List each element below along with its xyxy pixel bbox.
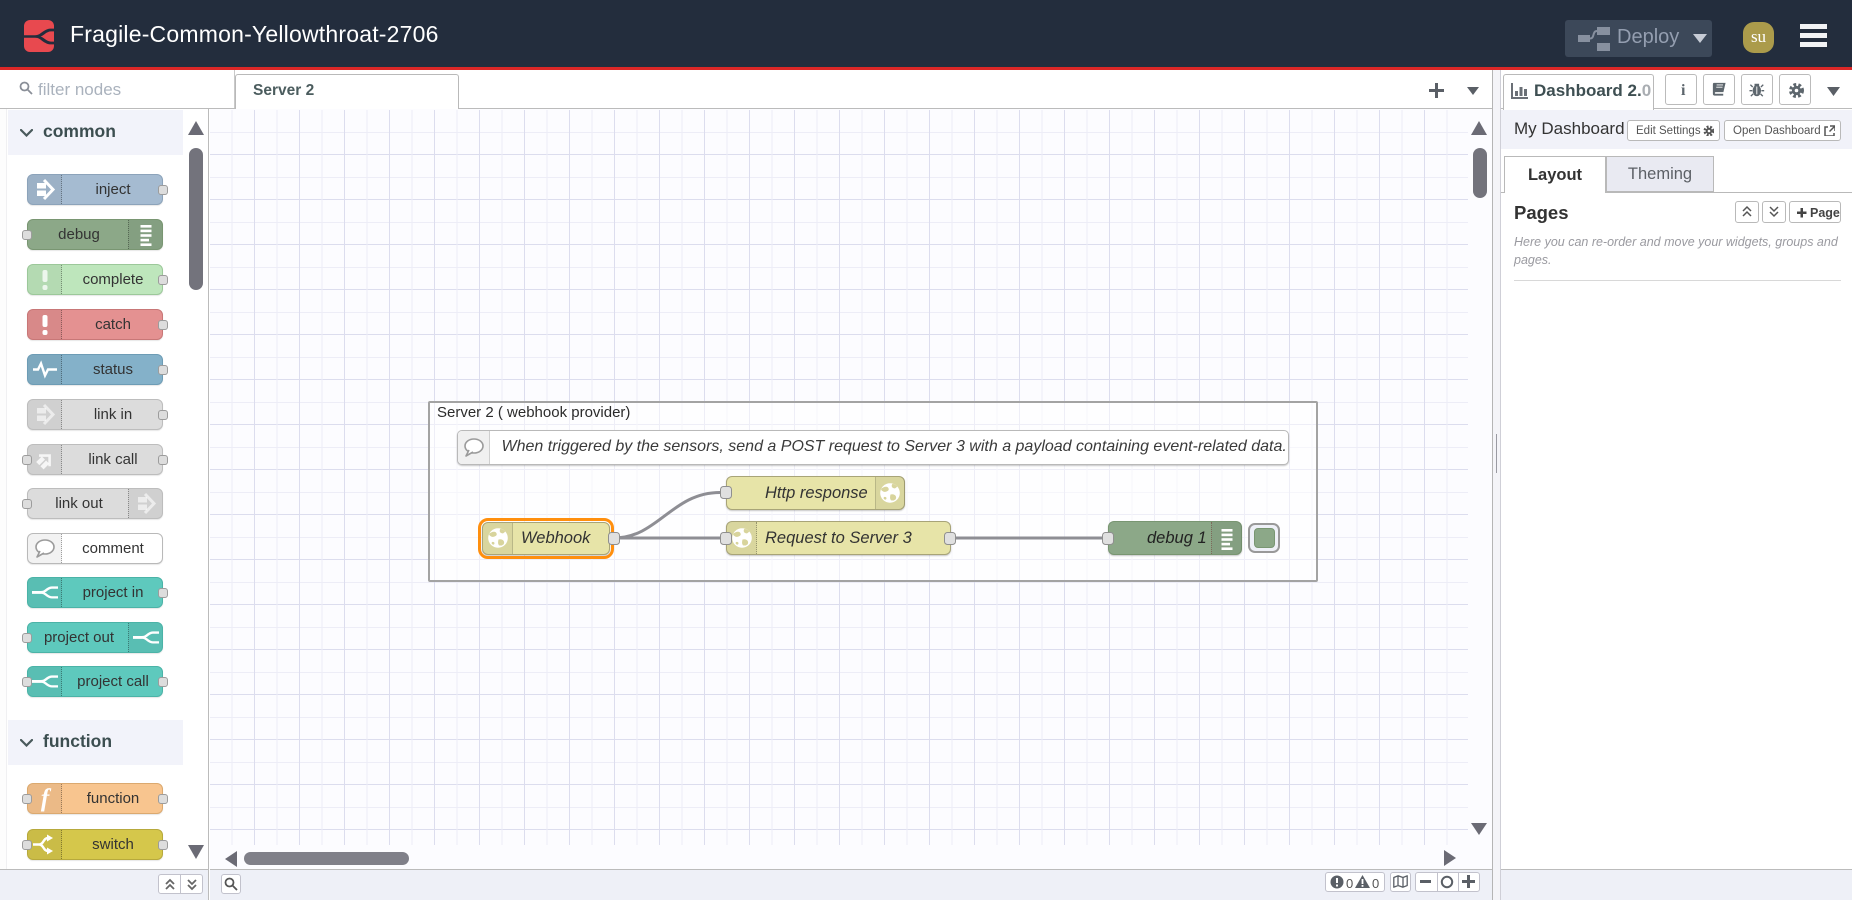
svg-text:i: i: [1681, 82, 1686, 99]
svg-text:f: f: [41, 785, 52, 812]
